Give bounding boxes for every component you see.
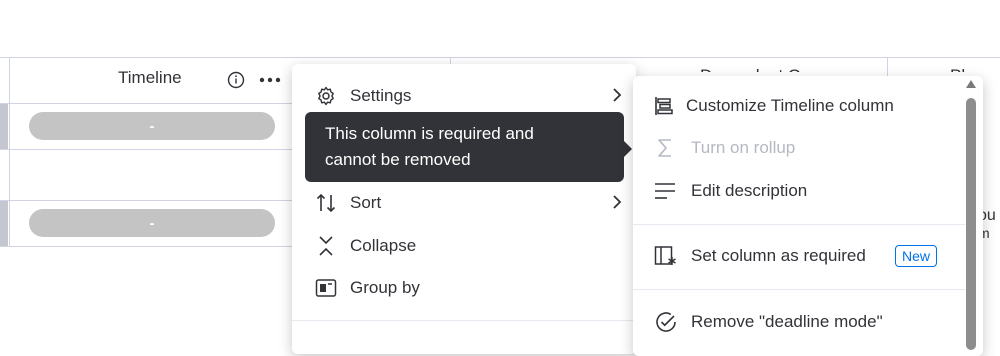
- grid-line: [0, 103, 300, 104]
- chevron-right-icon: [612, 193, 622, 214]
- menu-item-collapse[interactable]: Collapse: [292, 232, 636, 260]
- more-options-icon[interactable]: [258, 70, 282, 90]
- chevron-right-icon: [612, 86, 622, 107]
- submenu-item-label: Remove "deadline mode": [691, 312, 883, 331]
- settings-submenu: Customize Timeline column Turn on rollup…: [633, 76, 983, 356]
- tooltip-arrow: [624, 141, 632, 157]
- menu-item-label: Sort: [350, 193, 382, 212]
- timeline-column-header[interactable]: Timeline: [118, 68, 182, 88]
- submenu-item-turn-on-rollup[interactable]: Turn on rollup: [633, 134, 983, 162]
- scrollbar-thumb[interactable]: [966, 98, 976, 350]
- sigma-icon: [653, 136, 677, 160]
- timeline-cell-empty[interactable]: -: [29, 209, 275, 237]
- sort-icon: [314, 191, 338, 215]
- grid-line: [9, 57, 10, 246]
- new-badge: New: [895, 245, 938, 267]
- check-circle-icon: [654, 310, 678, 334]
- submenu-item-remove-deadline-mode[interactable]: Remove "deadline mode": [633, 308, 983, 336]
- menu-item-label: Group by: [350, 278, 420, 297]
- submenu-item-label: Edit description: [691, 181, 808, 200]
- submenu-item-label: Customize Timeline column: [686, 96, 894, 115]
- required-column-tooltip: This column is required and cannot be re…: [305, 112, 624, 182]
- menu-divider: [292, 320, 636, 321]
- gear-icon: [314, 84, 338, 108]
- grid-line: [0, 57, 1000, 58]
- submenu-divider: [633, 289, 965, 290]
- submenu-divider: [633, 224, 965, 225]
- timeline-cell-empty[interactable]: -: [29, 112, 275, 140]
- grid-line: [887, 57, 888, 77]
- menu-item-group-by[interactable]: Group by: [292, 274, 636, 302]
- description-icon: [653, 179, 677, 203]
- submenu-item-customize-timeline[interactable]: Customize Timeline column: [633, 92, 983, 120]
- menu-item-label: Collapse: [350, 236, 417, 255]
- submenu-item-label: Set column as required: [691, 246, 866, 265]
- grid-line: [0, 149, 300, 150]
- info-icon[interactable]: [226, 70, 246, 90]
- menu-item-label: Settings: [350, 86, 412, 105]
- submenu-item-set-required[interactable]: Set column as required New: [633, 242, 983, 270]
- menu-item-settings[interactable]: Settings: [292, 82, 636, 110]
- submenu-item-label: Turn on rollup: [691, 138, 796, 157]
- submenu-scrollbar[interactable]: [965, 80, 977, 350]
- column-context-menu: Settings Sort Collapse Group by: [292, 64, 636, 354]
- grid-line: [0, 246, 300, 247]
- grid-line: [0, 200, 300, 201]
- menu-item-sort[interactable]: Sort: [292, 189, 636, 217]
- timeline-icon: [652, 94, 676, 118]
- submenu-item-edit-description[interactable]: Edit description: [633, 177, 983, 205]
- required-column-icon: [654, 244, 678, 268]
- row-selection-marker: [0, 104, 8, 149]
- row-selection-marker: [0, 201, 8, 246]
- tooltip-line: This column is required and: [325, 124, 534, 143]
- tooltip-line: cannot be removed: [325, 150, 471, 169]
- group-by-icon: [314, 276, 338, 300]
- collapse-icon: [314, 234, 338, 258]
- scroll-up-arrow-icon[interactable]: [966, 80, 976, 88]
